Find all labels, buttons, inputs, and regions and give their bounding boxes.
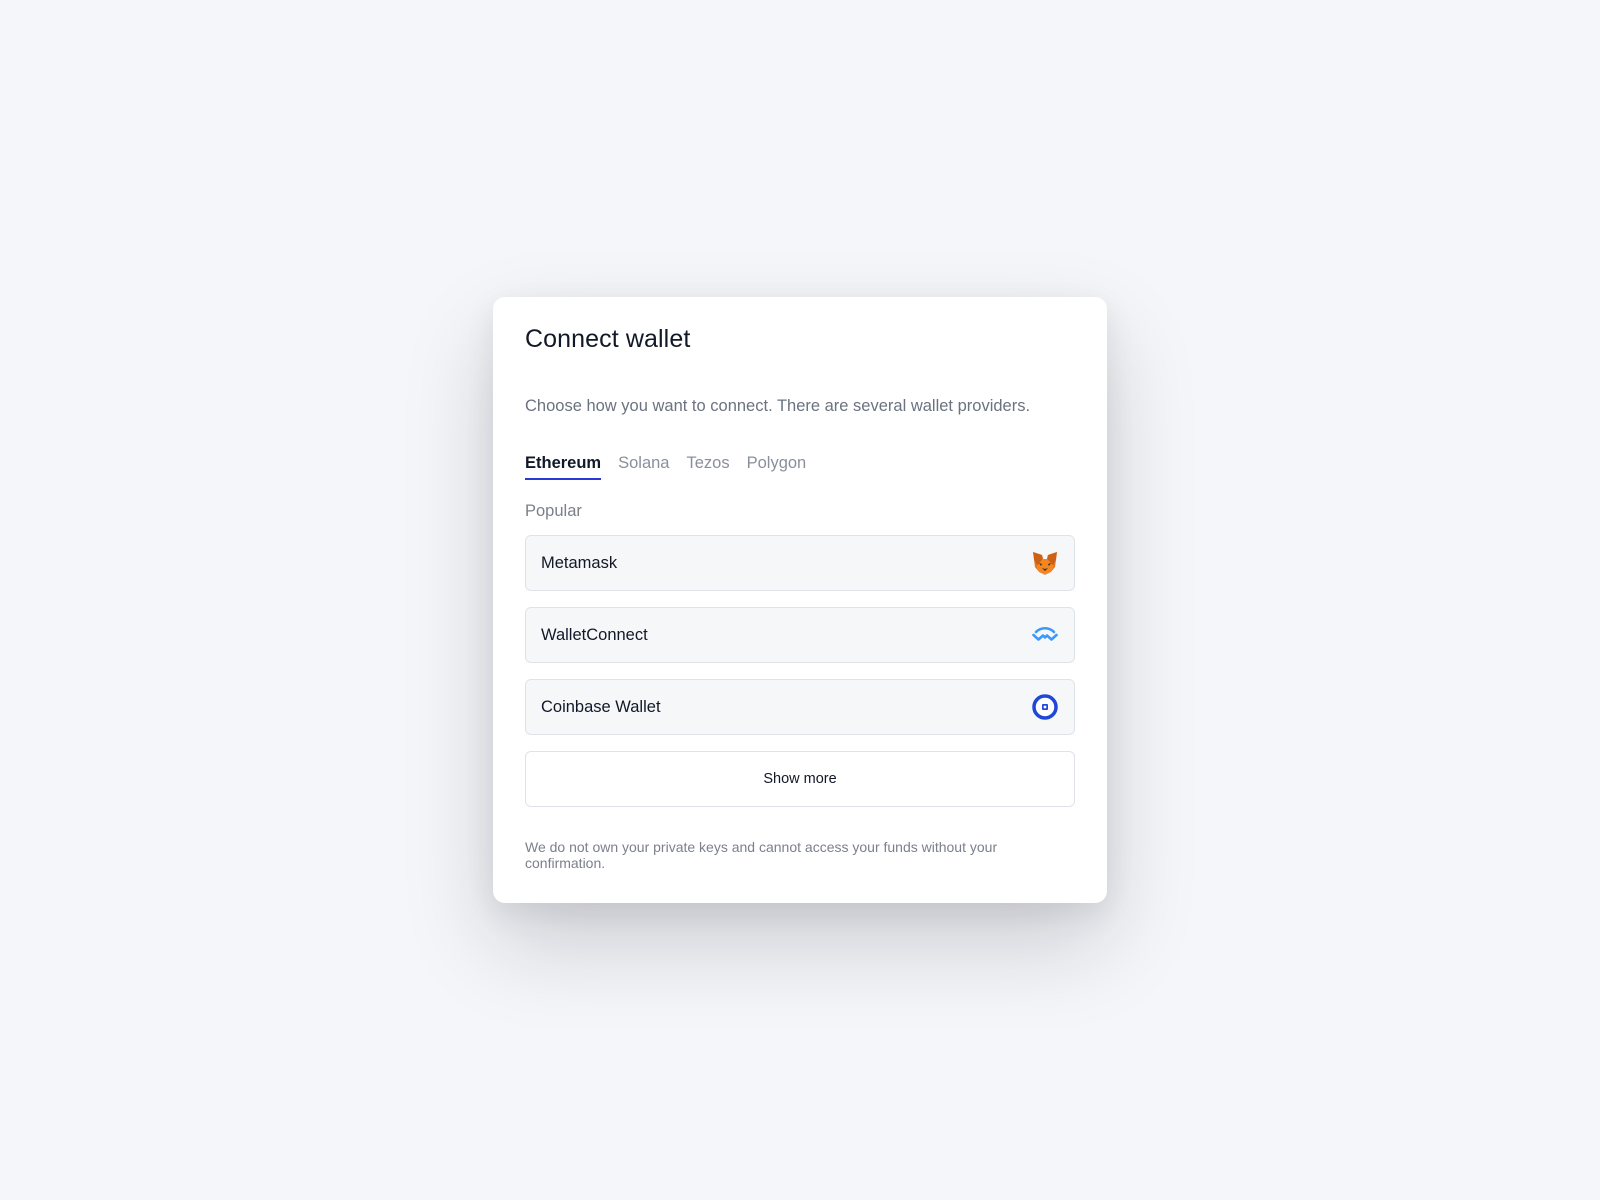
wallet-label: Metamask (541, 553, 618, 572)
tab-ethereum[interactable]: Ethereum (525, 454, 602, 480)
metamask-fox-icon (1031, 549, 1059, 577)
modal-title: Connect wallet (525, 325, 691, 353)
chain-tabs: Ethereum Solana Tezos Polygon (525, 454, 806, 480)
wallet-option-coinbase[interactable]: Coinbase Wallet (525, 679, 1075, 735)
modal-subtitle: Choose how you want to connect. There ar… (525, 397, 1031, 415)
show-more-button[interactable]: Show more (525, 751, 1075, 807)
tab-polygon[interactable]: Polygon (747, 454, 807, 480)
tab-solana[interactable]: Solana (618, 454, 669, 480)
walletconnect-icon (1031, 621, 1059, 649)
tab-tezos[interactable]: Tezos (687, 454, 730, 480)
wallet-label: Coinbase Wallet (541, 697, 661, 716)
wallet-label: WalletConnect (541, 625, 648, 644)
coinbase-icon (1031, 693, 1059, 721)
section-label-popular: Popular (525, 502, 582, 520)
wallet-option-metamask[interactable]: Metamask (525, 535, 1075, 591)
security-disclaimer: We do not own your private keys and cann… (525, 839, 998, 871)
connect-wallet-modal: Connect wallet Choose how you want to co… (493, 297, 1107, 903)
wallet-option-walletconnect[interactable]: WalletConnect (525, 607, 1075, 663)
